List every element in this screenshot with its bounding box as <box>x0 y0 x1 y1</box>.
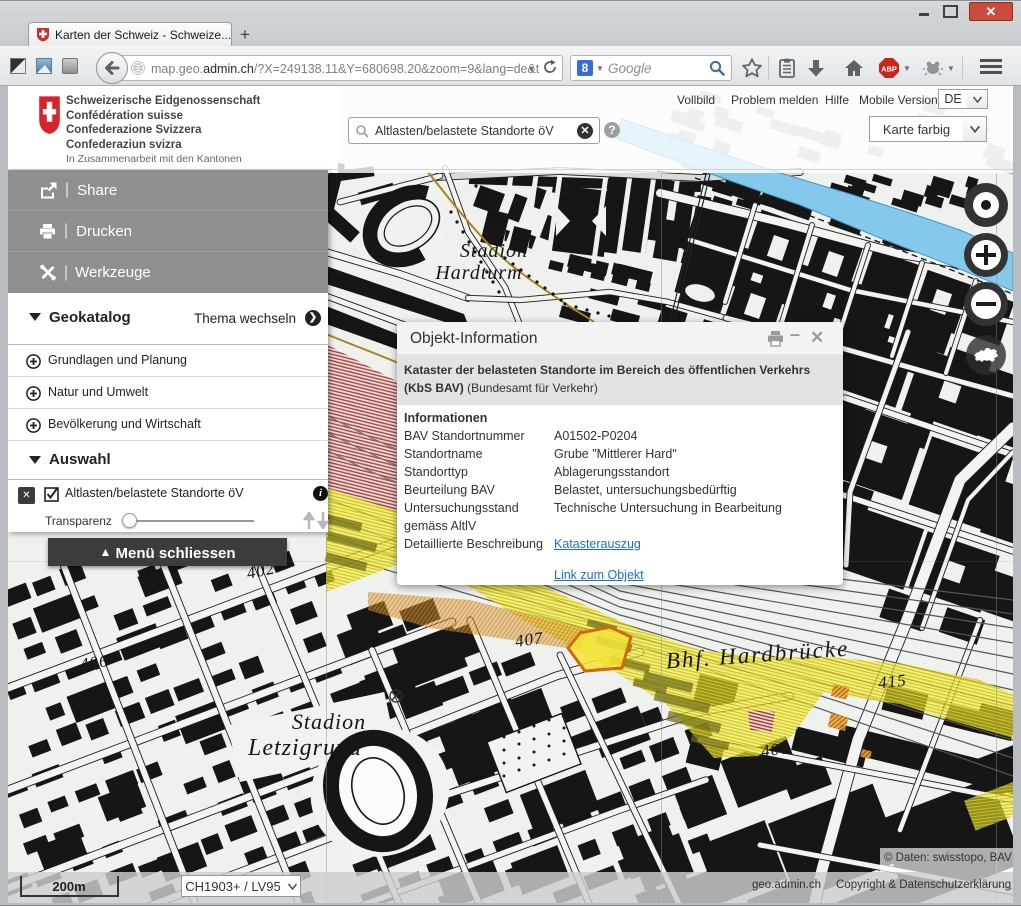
svg-text:406: 406 <box>760 738 791 761</box>
svg-text:Letzigrund: Letzigrund <box>247 735 362 761</box>
svg-text:Hardturm: Hardturm <box>434 262 522 284</box>
svg-text:200m: 200m <box>52 879 85 894</box>
svg-text:ABP: ABP <box>881 65 897 74</box>
svg-text:Stadion: Stadion <box>460 240 528 262</box>
svg-text:406: 406 <box>79 651 110 674</box>
svg-text:415: 415 <box>877 671 907 693</box>
svg-text:407: 407 <box>514 628 545 651</box>
svg-text:Stadion: Stadion <box>292 709 366 734</box>
